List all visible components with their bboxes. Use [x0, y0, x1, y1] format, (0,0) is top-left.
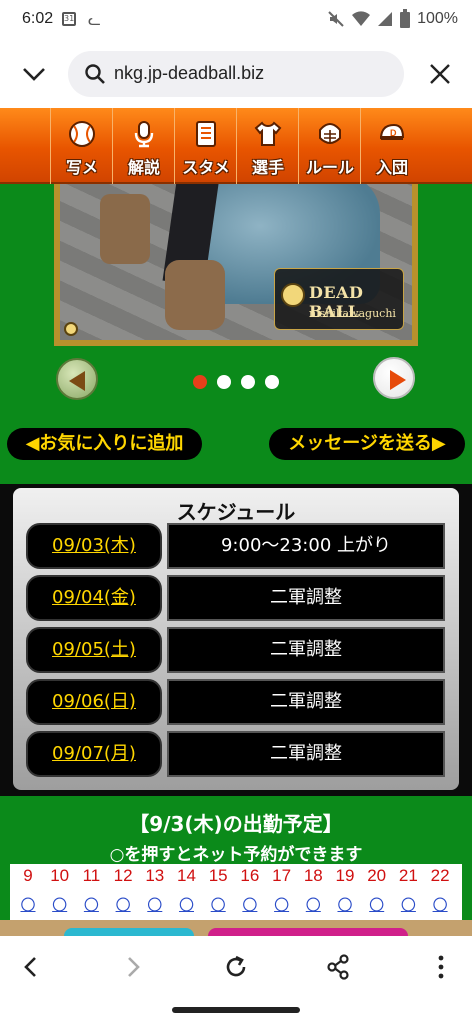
carousel-next-button[interactable] — [373, 357, 415, 399]
more-menu-icon[interactable] — [426, 952, 456, 982]
frame-ornament — [64, 322, 78, 336]
schedule-value: 二軍調整 — [167, 679, 445, 725]
schedule-date-link[interactable]: 09/07(月) — [26, 731, 162, 777]
address-field[interactable]: nkg.jp-deadball.biz — [68, 51, 404, 97]
microphone-icon — [134, 121, 154, 148]
close-icon[interactable] — [428, 62, 452, 86]
forward-icon[interactable] — [118, 952, 148, 982]
url-text: nkg.jp-deadball.biz — [114, 63, 265, 83]
hour-label: 11 — [82, 866, 101, 885]
arrow-left-icon — [69, 371, 85, 391]
reserve-slot-link[interactable]: 〇 — [392, 894, 424, 915]
nav-item-join[interactable]: D 入団 — [360, 108, 422, 184]
reserve-slot-link[interactable]: 〇 — [361, 894, 393, 915]
cap-icon: D — [380, 123, 405, 140]
nav-item-photos[interactable]: 写メ — [50, 108, 112, 184]
catcher-mask-icon — [319, 123, 341, 144]
brand-location: nishikawaguchi — [309, 307, 396, 320]
reserve-slot-link[interactable]: 〇 — [44, 894, 76, 915]
reserve-slot-link[interactable]: 〇 — [329, 894, 361, 915]
schedule-date-link[interactable]: 09/06(日) — [26, 679, 162, 725]
wifi-icon — [352, 11, 371, 26]
hour-label: 14 — [177, 866, 196, 885]
nav-item-lineup[interactable]: スタメン — [174, 108, 236, 201]
nav-label: ルール — [305, 158, 354, 177]
carousel-dot[interactable] — [217, 375, 231, 389]
reload-icon[interactable] — [221, 952, 251, 982]
site-nav: 写メ 解説 スタメン 選手 ルール D 入団 — [0, 108, 472, 201]
schedule-title: スケジュール — [176, 500, 296, 524]
attendance-subheading: ○を押すとネット予約ができます — [109, 845, 363, 865]
nav-item-players[interactable]: 選手 — [236, 108, 298, 184]
hour-label: 22 — [430, 866, 450, 885]
schedule-date-link[interactable]: 09/03(木) — [26, 523, 162, 569]
hour-label: 21 — [398, 866, 418, 885]
carousel-prev-button[interactable] — [56, 358, 98, 400]
hour-label: 9 — [23, 866, 33, 885]
hour-label: 16 — [240, 866, 260, 885]
schedule-value: 二軍調整 — [167, 731, 445, 777]
schedule-date-link[interactable]: 09/05(土) — [26, 627, 162, 673]
hour-label: 17 — [272, 866, 292, 885]
hour-label: 18 — [303, 866, 323, 885]
nav-item-commentary[interactable]: 解説 — [112, 108, 174, 184]
clock: 6:02 — [22, 10, 54, 27]
baseball-icon — [69, 121, 95, 147]
cat-icon: ᓚ — [88, 11, 101, 29]
uniform-icon — [254, 121, 282, 146]
hour-label: 10 — [50, 866, 70, 885]
search-icon — [85, 64, 105, 84]
hour-slots: 9 〇 10 〇 11 〇 12 〇 13 〇 14 〇 15 〇 16 〇 17 〇 18 〇 19 〇 20 〇 21 〇 22… — [10, 864, 462, 920]
share-icon[interactable] — [323, 952, 353, 982]
mute-icon — [328, 11, 344, 27]
schedule-value: 9:00〜23:00 上がり — [167, 523, 445, 569]
browser-toolbar — [0, 936, 472, 998]
browser-url-bar: nkg.jp-deadball.biz — [0, 40, 472, 108]
arrow-right-icon — [390, 370, 406, 390]
lineup-sheet-icon — [196, 121, 216, 147]
chevron-down-icon[interactable] — [20, 60, 48, 88]
schedule-value: 二軍調整 — [167, 575, 445, 621]
back-icon[interactable] — [16, 952, 46, 982]
battery-level: 100% — [417, 10, 458, 27]
carousel-dot[interactable] — [193, 375, 207, 389]
hour-label: 19 — [335, 866, 355, 885]
schedule-value: 二軍調整 — [167, 627, 445, 673]
attendance-heading: 【9/3(木)の出勤予定】 — [129, 812, 343, 836]
nav-label: 解説 — [127, 158, 160, 177]
hour-label: 13 — [145, 866, 165, 885]
reserve-slot-link[interactable]: 〇 — [107, 894, 139, 915]
nav-label: 選手 — [251, 158, 284, 177]
reserve-slot-link[interactable]: 〇 — [12, 894, 44, 915]
carousel-dot[interactable] — [241, 375, 255, 389]
reserve-slot-link[interactable]: 〇 — [424, 894, 456, 915]
reserve-slot-link[interactable]: 〇 — [202, 894, 234, 915]
add-favorite-button[interactable]: ◀お気に入りに追加 — [7, 428, 202, 460]
status-bar: 6:02 31 ᓚ 100% — [0, 0, 472, 40]
reserve-slot-link[interactable]: 〇 — [234, 894, 266, 915]
carousel-image[interactable]: DEAD BALL nishikawaguchi — [54, 184, 418, 346]
svg-text:D: D — [390, 128, 397, 138]
reserve-slot-link[interactable]: 〇 — [75, 894, 107, 915]
nav-label: 入団 — [375, 158, 408, 177]
carousel-dot[interactable] — [265, 375, 279, 389]
reserve-slot-link[interactable]: 〇 — [139, 894, 171, 915]
schedule-date-link[interactable]: 09/04(金) — [26, 575, 162, 621]
gesture-bar — [0, 998, 472, 1024]
send-message-button[interactable]: メッセージを送る▶ — [269, 428, 465, 460]
status-indicators: 100% — [327, 9, 458, 29]
nav-label: 写メ — [65, 158, 98, 177]
brand-logo: DEAD BALL nishikawaguchi — [274, 268, 404, 330]
hour-label: 20 — [367, 866, 387, 885]
signal-icon — [378, 12, 393, 26]
battery-icon — [400, 9, 411, 28]
baseball-icon — [281, 283, 305, 307]
hour-label: 15 — [208, 866, 228, 885]
calendar-icon: 31 — [62, 12, 76, 26]
reserve-slot-link[interactable]: 〇 — [297, 894, 329, 915]
nav-item-rules[interactable]: ルール — [298, 108, 360, 184]
reserve-slot-link[interactable]: 〇 — [171, 894, 203, 915]
hour-label: 12 — [113, 866, 133, 885]
reserve-slot-link[interactable]: 〇 — [266, 894, 298, 915]
